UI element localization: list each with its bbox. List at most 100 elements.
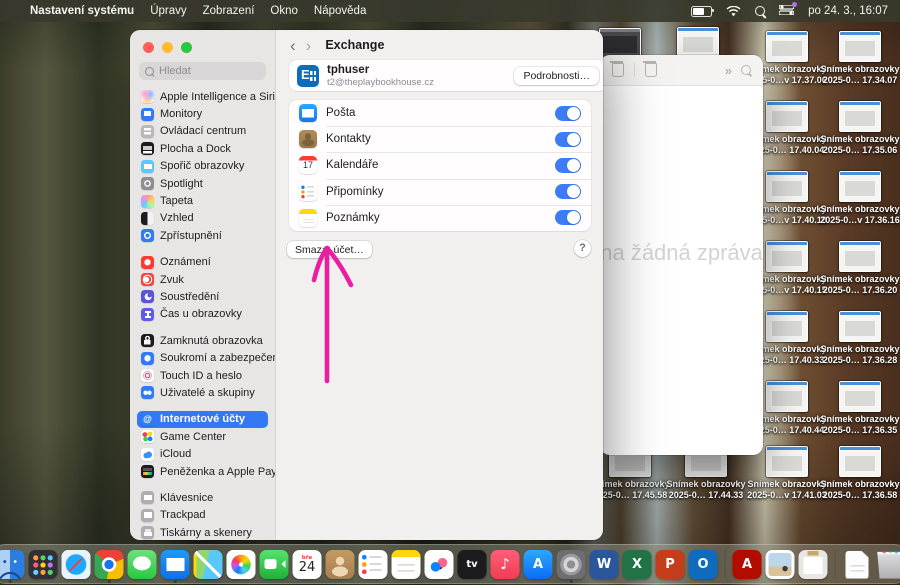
sidebar-item-uzivatele[interactable]: Uživatelé a skupiny	[137, 384, 268, 401]
sidebar-search-field[interactable]: Hledat	[139, 62, 266, 80]
sidebar-item-ovladaci[interactable]: Ovládací centrum	[137, 123, 268, 140]
dock-item-outlook[interactable]: O	[688, 546, 719, 582]
sidebar-item-plocha[interactable]: Plocha a Dock	[137, 140, 268, 157]
dock-item-preview[interactable]	[765, 546, 796, 582]
dock-item-facetime[interactable]	[259, 546, 290, 582]
dock-item-ppt[interactable]: P	[655, 546, 686, 582]
dock-item-word[interactable]: W	[589, 546, 620, 582]
poznamky-toggle[interactable]	[555, 210, 581, 225]
dock-item-music[interactable]: ♪	[490, 546, 521, 582]
desktop-screenshot-icon[interactable]: Snímek obrazovky2025-0… 17.36.20	[808, 241, 900, 296]
sidebar-item-oznameni[interactable]: Oznámení	[137, 254, 268, 271]
sidebar-item-soukromi[interactable]: Soukromí a zabezpečení	[137, 349, 268, 366]
dock-item-safari[interactable]	[61, 546, 92, 582]
menubar-menus: Úpravy Zobrazení Okno Nápověda	[150, 5, 366, 17]
mail-window[interactable]: » ána žádná zpráva	[600, 55, 763, 455]
mail-search-icon[interactable]	[741, 65, 751, 75]
desktop-screenshot-icon[interactable]: Snímek obrazovky2025-0… 17.35.06	[808, 101, 900, 156]
service-label: Pošta	[326, 107, 355, 119]
screenshot-thumbnail	[766, 101, 808, 132]
trash-icon[interactable]	[612, 63, 624, 77]
dock-item-excel[interactable]: X	[622, 546, 653, 582]
screenshot-thumbnail	[766, 311, 808, 342]
dock-item-maps[interactable]	[193, 546, 224, 582]
soukromi-icon	[141, 352, 154, 365]
dock-item-clipboard[interactable]	[798, 546, 829, 582]
sidebar-item-gamecenter[interactable]: Game Center	[137, 428, 268, 445]
posta-toggle[interactable]	[555, 106, 581, 121]
sidebar-item-touchid[interactable]: Touch ID a heslo	[137, 367, 268, 384]
sidebar-item-klavesnice[interactable]: Klávesnice	[137, 489, 268, 506]
desktop-screenshot-icon[interactable]: Snímek obrazovky2025-0…v 17.36.16	[808, 171, 900, 226]
dock-item-calendar[interactable]: bře24	[292, 546, 323, 582]
sidebar-item-vzhled[interactable]: Vzhled	[137, 210, 268, 227]
wifi-icon[interactable]	[726, 6, 741, 17]
junk-icon[interactable]	[645, 63, 657, 77]
dock-item-trash[interactable]	[875, 546, 900, 582]
chevrons-icon[interactable]: »	[725, 63, 731, 78]
kalendare-toggle[interactable]	[555, 158, 581, 173]
desktop-screenshot-icon[interactable]: Snímek obrazovky2025-0… 17.34.07	[808, 31, 900, 86]
desktop-screenshot-icon[interactable]: Snímek obrazovky2025-0… 17.36.35	[808, 381, 900, 436]
desktop-screenshot-icon[interactable]: Snímek obrazovky2025-0… 17.36.58	[808, 446, 900, 501]
sidebar-item-tiskarny[interactable]: Tiskárny a skenery	[137, 524, 268, 540]
dock-item-downloads[interactable]	[842, 546, 873, 582]
sidebar-item-zamknuta[interactable]: Zamknutá obrazovka	[137, 332, 268, 349]
dock-item-settings[interactable]	[556, 546, 587, 582]
sidebar-item-monitory[interactable]: Monitory	[137, 105, 268, 122]
sidebar-item-icloud[interactable]: iCloud	[137, 445, 268, 462]
dock-item-notes[interactable]	[391, 546, 422, 582]
pripominky-toggle[interactable]	[555, 184, 581, 199]
control-center-icon[interactable]	[779, 5, 794, 18]
desktop-screenshot-icon[interactable]: Snímek obrazovky2025-0… 17.36.28	[808, 311, 900, 366]
zoom-button[interactable]	[181, 42, 192, 53]
sidebar-item-label: Zamknutá obrazovka	[160, 335, 263, 347]
menu-item-3[interactable]: Nápověda	[314, 5, 366, 17]
details-button[interactable]: Podrobnosti…	[514, 67, 599, 85]
screenshot-thumbnail	[766, 171, 808, 202]
help-button[interactable]: ?	[574, 240, 591, 257]
menu-item-0[interactable]: Úpravy	[150, 5, 186, 17]
dock-item-appletv[interactable]: tv	[457, 546, 488, 582]
desktop-screenshot-icon[interactable]	[646, 27, 750, 58]
sidebar-item-trackpad[interactable]: Trackpad	[137, 507, 268, 524]
close-button[interactable]	[143, 42, 154, 53]
menu-item-1[interactable]: Zobrazení	[203, 5, 255, 17]
dock-item-chrome[interactable]	[94, 546, 125, 582]
kontakty-toggle[interactable]	[555, 132, 581, 147]
gamecenter-icon	[141, 430, 154, 443]
dock-item-finder[interactable]	[0, 546, 26, 582]
sidebar-item-spotlight[interactable]: Spotlight	[137, 175, 268, 192]
delete-account-button[interactable]: Smazat účet…	[287, 241, 372, 258]
sidebar-item-cas[interactable]: Čas u obrazovky	[137, 306, 268, 323]
sidebar-item-tapeta[interactable]: Tapeta	[137, 192, 268, 209]
sidebar-item-zpristupneni[interactable]: Zpřístupnění	[137, 227, 268, 244]
sidebar-item-ucty[interactable]: Internetové účty	[137, 411, 268, 428]
back-chevron-icon[interactable]: ‹	[290, 37, 296, 54]
menu-item-2[interactable]: Okno	[270, 5, 298, 17]
minimize-button[interactable]	[162, 42, 173, 53]
kalendare-icon: 17	[299, 156, 317, 174]
dock-item-appstore[interactable]: A	[523, 546, 554, 582]
sidebar-item-zvuk[interactable]: Zvuk	[137, 271, 268, 288]
dock-item-messages[interactable]	[127, 546, 158, 582]
sidebar-item-ai[interactable]: Apple Intelligence a Siri	[137, 88, 268, 105]
dock-item-freeform[interactable]	[424, 546, 455, 582]
screenshot-thumbnail	[839, 171, 881, 202]
dock-item-acrobat[interactable]: A	[732, 546, 763, 582]
battery-icon[interactable]	[691, 6, 712, 17]
dock-item-contacts[interactable]	[325, 546, 356, 582]
dock-item-reminders[interactable]	[358, 546, 389, 582]
sidebar-item-sporic[interactable]: Spořič obrazovky	[137, 158, 268, 175]
search-icon[interactable]	[755, 6, 765, 16]
account-email: t2@theplaybookhouse.cz	[327, 77, 434, 88]
dock-item-photos[interactable]	[226, 546, 257, 582]
sidebar-item-penezenka[interactable]: Peněženka a Apple Pay	[137, 463, 268, 480]
forward-chevron-icon[interactable]: ›	[306, 37, 312, 54]
dock-item-mail[interactable]	[160, 546, 191, 582]
menubar-app-name[interactable]: Nastavení systému	[30, 5, 134, 17]
menubar-clock[interactable]: po 24. 3., 16:07	[808, 5, 888, 17]
sidebar-item-soustredeni[interactable]: Soustředění	[137, 288, 268, 305]
dock-item-launchpad[interactable]	[28, 546, 59, 582]
zpristupneni-icon	[141, 229, 154, 242]
